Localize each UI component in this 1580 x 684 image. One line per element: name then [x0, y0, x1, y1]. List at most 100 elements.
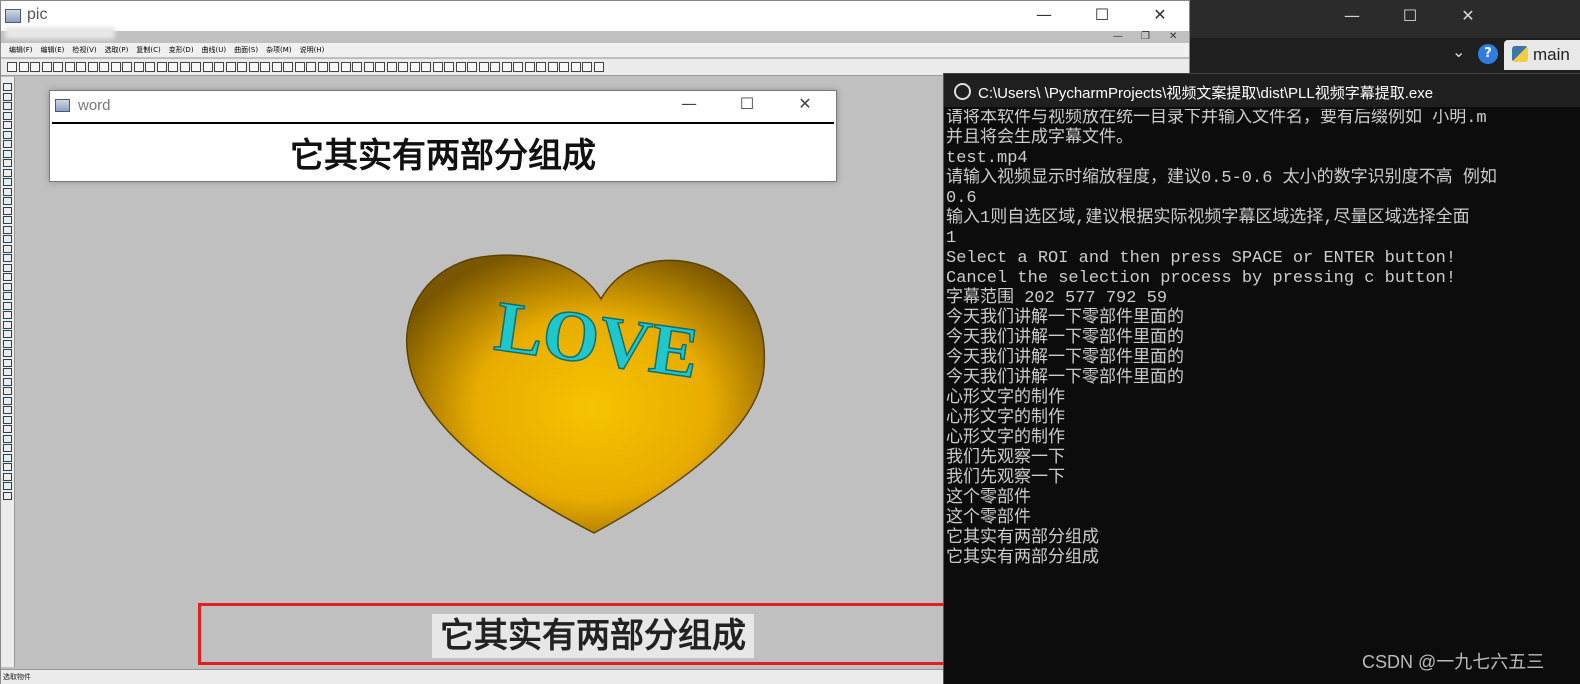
side-tool-icon[interactable] — [3, 263, 12, 272]
toolbar-tool-icon[interactable] — [467, 62, 477, 72]
toolbar-tool-icon[interactable] — [375, 62, 385, 72]
side-tool-icon[interactable] — [3, 130, 12, 139]
toolbar-tool-icon[interactable] — [444, 62, 454, 72]
side-tool-icon[interactable] — [3, 453, 12, 462]
side-tool-icon[interactable] — [3, 330, 12, 338]
side-tool-icon[interactable] — [3, 254, 12, 262]
toolbar-tool-icon[interactable] — [398, 62, 408, 72]
toolbar-tool-icon[interactable] — [283, 62, 293, 72]
side-tool-icon[interactable] — [3, 320, 12, 329]
toolbar-tool-icon[interactable] — [260, 62, 270, 72]
side-tool-icon[interactable] — [3, 244, 12, 253]
toolbar-tool-icon[interactable] — [432, 62, 443, 72]
close-icon[interactable]: ✕ — [1448, 6, 1488, 25]
toolbar-tool-icon[interactable] — [329, 62, 339, 72]
side-tool-icon[interactable] — [3, 178, 12, 186]
toolbar-tool-icon[interactable] — [41, 62, 52, 72]
toolbar-tool-icon[interactable] — [225, 62, 236, 72]
tab-main[interactable]: main — [1504, 40, 1580, 70]
toolbar-tool-icon[interactable] — [30, 62, 40, 72]
side-tool-icon[interactable] — [3, 349, 12, 357]
toolbar-tool-icon[interactable] — [122, 62, 132, 72]
toolbar-tool-icon[interactable] — [179, 62, 190, 72]
toolbar-tool-icon[interactable] — [513, 62, 523, 72]
side-tool-icon[interactable] — [3, 311, 12, 319]
menu-item-select[interactable]: 选取(P) — [105, 43, 129, 55]
toolbar-tool-icon[interactable] — [18, 62, 29, 72]
side-tool-icon[interactable] — [3, 273, 12, 281]
side-tool-icon[interactable] — [3, 197, 12, 205]
toolbar-tool-icon[interactable] — [99, 62, 109, 72]
maximize-icon[interactable]: ☐ — [1079, 5, 1125, 24]
toolbar-tool-icon[interactable] — [156, 62, 167, 72]
side-tool-icon[interactable] — [3, 339, 12, 348]
toolbar-tool-icon[interactable] — [145, 62, 155, 72]
side-tool-icon[interactable] — [3, 168, 12, 177]
toolbar-tool-icon[interactable] — [76, 62, 86, 72]
side-tool-icon[interactable] — [3, 102, 12, 110]
side-tool-icon[interactable] — [3, 149, 12, 158]
side-tool-icon[interactable] — [3, 387, 12, 395]
toolbar-tool-icon[interactable] — [536, 62, 546, 72]
side-tool-icon[interactable] — [3, 92, 12, 101]
side-tool-icon[interactable] — [3, 406, 12, 414]
menu-item-surface[interactable]: 曲面(S) — [234, 43, 258, 55]
minimize-icon[interactable]: — — [1021, 5, 1067, 24]
side-tool-icon[interactable] — [3, 206, 12, 215]
doc-close-icon[interactable]: ✕ — [1169, 29, 1177, 42]
toolbar-tool-icon[interactable] — [352, 62, 362, 72]
toolbar-tool-icon[interactable] — [53, 62, 63, 72]
toolbar-tool-icon[interactable] — [271, 62, 282, 72]
toolbar-tool-icon[interactable] — [317, 62, 328, 72]
toolbar-tool-icon[interactable] — [87, 62, 98, 72]
toolbar-tool-icon[interactable] — [248, 62, 259, 72]
side-tool-icon[interactable] — [3, 187, 12, 196]
toolbar-tool-icon[interactable] — [214, 62, 224, 72]
side-tool-icon[interactable] — [3, 463, 12, 471]
toolbar-tool-icon[interactable] — [386, 62, 397, 72]
side-tool-icon[interactable] — [3, 444, 12, 452]
menu-item-edit[interactable]: 编辑(E) — [41, 43, 65, 55]
minimize-icon[interactable]: — — [1332, 6, 1372, 25]
toolbar-tool-icon[interactable] — [110, 62, 121, 72]
side-tool-icon[interactable] — [3, 216, 12, 224]
toolbar-tool-icon[interactable] — [340, 62, 351, 72]
toolbar-tool-icon[interactable] — [478, 62, 489, 72]
toolbar-tool-icon[interactable] — [409, 62, 420, 72]
side-tool-icon[interactable] — [3, 472, 12, 481]
toolbar-tool-icon[interactable] — [501, 62, 512, 72]
menu-item-help[interactable]: 说明(H) — [300, 43, 325, 55]
side-tool-icon[interactable] — [3, 83, 12, 91]
menu-item-file[interactable]: 编辑(F) — [9, 43, 33, 55]
side-tool-icon[interactable] — [3, 121, 12, 129]
side-tool-icon[interactable] — [3, 140, 12, 148]
toolbar-tool-icon[interactable] — [547, 62, 558, 72]
toolbar-tool-icon[interactable] — [133, 62, 144, 72]
toolbar-tool-icon[interactable] — [490, 62, 500, 72]
toolbar-tool-icon[interactable] — [237, 62, 247, 72]
console-output[interactable]: 请将本软件与视频放在统一目录下并输入文件名，要有后缀例如 小明.m 并且将会生成字… — [946, 109, 1580, 679]
side-tool-icon[interactable] — [3, 482, 12, 490]
toolbar-tool-icon[interactable] — [168, 62, 178, 72]
toolbar-tool-icon[interactable] — [421, 62, 431, 72]
menu-item-transform[interactable]: 变形(D) — [169, 43, 194, 55]
side-tool-icon[interactable] — [3, 377, 12, 386]
close-icon[interactable]: ✕ — [782, 94, 828, 113]
menu-item-view[interactable]: 检视(V) — [72, 43, 96, 55]
toolbar-tool-icon[interactable] — [202, 62, 213, 72]
side-tool-icon[interactable] — [3, 282, 12, 291]
side-tool-icon[interactable] — [3, 396, 12, 405]
side-tool-icon[interactable] — [3, 111, 12, 120]
side-tool-icon[interactable] — [3, 434, 12, 443]
side-tool-icon[interactable] — [3, 301, 12, 310]
help-icon[interactable]: ? — [1478, 44, 1498, 64]
side-tool-icon[interactable] — [3, 425, 12, 433]
toolbar-tool-icon[interactable] — [7, 62, 17, 72]
side-tool-icon[interactable] — [3, 292, 12, 300]
toolbar-tool-icon[interactable] — [582, 62, 592, 72]
menu-item-curve[interactable]: 曲线(U) — [202, 43, 227, 55]
menu-item-copy[interactable]: 复制(C) — [136, 43, 160, 55]
minimize-icon[interactable]: — — [666, 94, 712, 113]
doc-minimize-icon[interactable]: — — [1113, 29, 1123, 42]
side-tool-icon[interactable] — [3, 358, 12, 367]
